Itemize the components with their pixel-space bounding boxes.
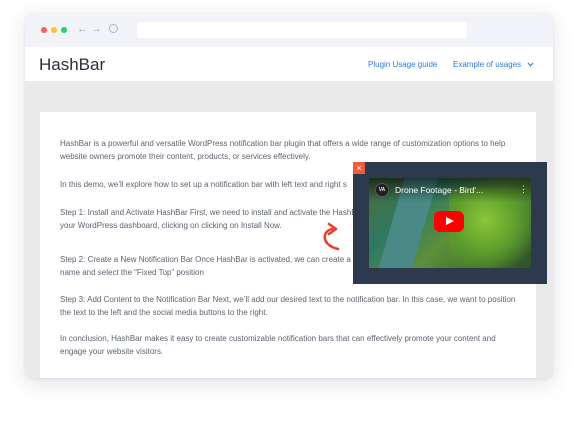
address-bar[interactable] <box>137 22 467 38</box>
nav-link-usage-guide[interactable]: Plugin Usage guide <box>368 60 437 69</box>
paragraph-step-3: Step 3: Add Content to the Notification … <box>60 295 516 317</box>
browser-toolbar: ← → <box>25 13 553 47</box>
more-options-icon[interactable]: ⋮ <box>519 184 528 194</box>
video-title[interactable]: Drone Footage - Bird'... <box>395 185 505 195</box>
nav-link-examples-label: Example of usages <box>453 60 522 69</box>
reload-icon[interactable] <box>109 24 118 33</box>
back-arrow-icon[interactable]: ← <box>77 22 88 36</box>
close-window-dot[interactable] <box>41 27 47 33</box>
paragraph-intro: HashBar is a powerful and versatile Word… <box>60 139 506 161</box>
browser-window: ← → HashBar Plugin Usage guide Example o… <box>25 13 553 378</box>
maximize-window-dot[interactable] <box>61 27 67 33</box>
chevron-down-icon <box>527 63 534 68</box>
forward-arrow-icon[interactable]: → <box>91 22 102 36</box>
video-title-bar: VA Drone Footage - Bird'... ⋮ <box>369 178 531 202</box>
popup-close-button[interactable]: × <box>353 162 365 174</box>
paragraph-conclusion: In conclusion, HashBar makes it easy to … <box>60 334 496 356</box>
minimize-window-dot[interactable] <box>51 27 57 33</box>
video-popup: × VA Drone Footage - Bird'... ⋮ <box>353 162 547 284</box>
channel-avatar[interactable]: VA <box>375 183 389 197</box>
play-button-icon[interactable] <box>434 211 464 232</box>
nav-link-examples[interactable]: Example of usages <box>453 60 534 69</box>
site-header: HashBar Plugin Usage guide Example of us… <box>25 47 553 81</box>
site-title[interactable]: HashBar <box>39 55 105 75</box>
video-embed[interactable]: VA Drone Footage - Bird'... ⋮ <box>369 178 531 268</box>
